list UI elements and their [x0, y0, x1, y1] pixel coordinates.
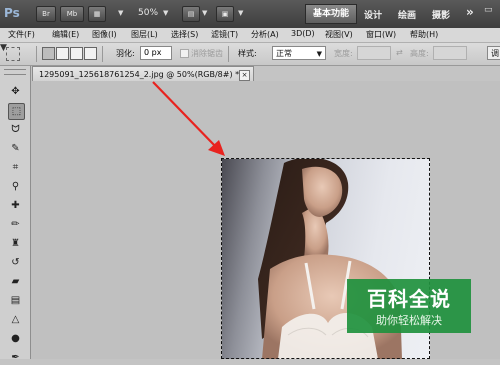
- watermark-title: 百科全说: [367, 287, 451, 311]
- watermark-badge: 百科全说 助你轻松解决: [347, 279, 471, 333]
- watermark-subtitle: 助你轻松解决: [376, 314, 442, 327]
